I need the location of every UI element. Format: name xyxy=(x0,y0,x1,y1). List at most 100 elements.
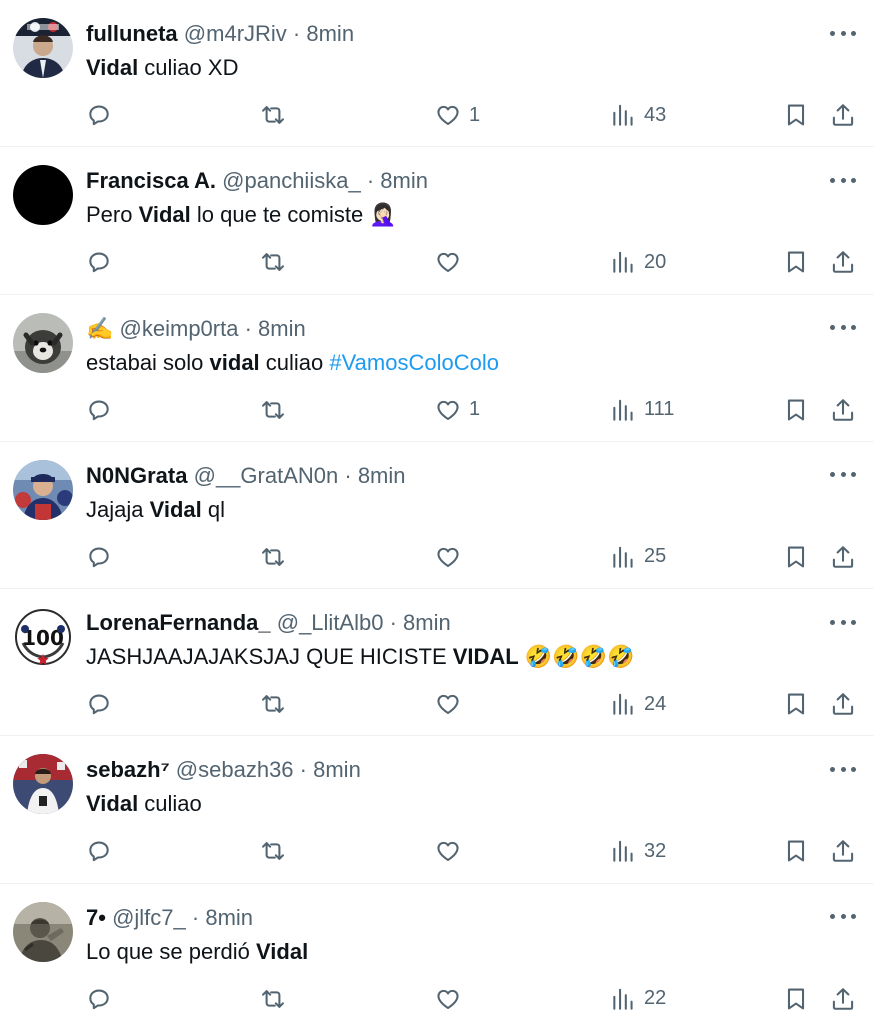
like-button[interactable] xyxy=(435,245,469,279)
reply-button[interactable] xyxy=(86,245,112,279)
tweet-1[interactable]: fulluneta @m4rJRiv · 8min Vidal culiao X… xyxy=(0,0,874,148)
timestamp[interactable]: 8min xyxy=(380,168,428,193)
avatar[interactable]: 100 xyxy=(13,607,73,668)
share-button[interactable] xyxy=(830,245,856,279)
bookmark-button[interactable] xyxy=(783,687,809,721)
tweet-header: ✍️ @keimp0rta · 8min xyxy=(86,315,306,343)
retweet-icon xyxy=(262,106,284,124)
reply-button[interactable] xyxy=(86,393,112,427)
share-button[interactable] xyxy=(830,687,856,721)
avatar[interactable] xyxy=(13,901,73,962)
text-segment: ql xyxy=(201,496,226,522)
like-button[interactable] xyxy=(435,540,469,574)
share-button[interactable] xyxy=(830,393,856,427)
display-name[interactable]: sebazh⁷ xyxy=(86,757,170,782)
retweet-button[interactable] xyxy=(260,687,286,721)
views-button[interactable]: 20 xyxy=(610,245,666,279)
timestamp[interactable]: 8min xyxy=(258,316,306,341)
user-handle[interactable]: @_LlitAlb0 xyxy=(277,610,384,635)
views-button[interactable]: 43 xyxy=(610,98,666,132)
bookmark-icon xyxy=(787,399,805,421)
user-handle[interactable]: @m4rJRiv xyxy=(184,21,287,46)
user-handle[interactable]: @jlfc7_ xyxy=(112,905,186,930)
views-button[interactable]: 24 xyxy=(610,687,666,721)
reply-button[interactable] xyxy=(86,982,112,1016)
timestamp[interactable]: 8min xyxy=(358,463,406,488)
display-name[interactable]: ✍️ xyxy=(86,316,113,341)
share-button[interactable] xyxy=(830,834,856,868)
display-name[interactable]: fulluneta xyxy=(86,21,178,46)
more-dots-icon[interactable] xyxy=(830,169,856,191)
like-button[interactable]: 1 xyxy=(435,393,480,427)
reply-button[interactable] xyxy=(86,540,112,574)
tweet-3[interactable]: ✍️ @keimp0rta · 8min estabai solo vidal … xyxy=(0,295,874,442)
reply-button[interactable] xyxy=(86,834,112,868)
user-handle[interactable]: @sebazh36 xyxy=(176,757,294,782)
retweet-button[interactable] xyxy=(260,245,286,279)
share-button[interactable] xyxy=(830,540,856,574)
views-button[interactable]: 111 xyxy=(610,393,674,427)
tweet-header: N0NGrata @__GratAN0n · 8min xyxy=(86,462,406,490)
tweet-2[interactable]: Francisca A. @panchiiska_ · 8min Pero Vi… xyxy=(0,147,874,295)
timestamp[interactable]: 8min xyxy=(205,905,253,930)
avatar[interactable] xyxy=(13,165,73,226)
retweet-icon xyxy=(262,547,284,566)
retweet-button[interactable] xyxy=(260,982,286,1016)
user-handle[interactable]: @__GratAN0n xyxy=(194,463,339,488)
more-dots-icon[interactable] xyxy=(830,464,856,486)
tweet-4[interactable]: N0NGrata @__GratAN0n · 8min Jajaja Vidal… xyxy=(0,442,874,590)
display-name[interactable]: 7• xyxy=(86,905,106,930)
display-name[interactable]: N0NGrata xyxy=(86,463,187,488)
like-button[interactable] xyxy=(435,834,469,868)
tweet-6[interactable]: sebazh⁷ @sebazh36 · 8min Vidal culiao 32 xyxy=(0,736,874,884)
share-icon xyxy=(832,546,854,568)
tweet-5[interactable]: 100 LorenaFernanda_ @_LlitAlb0 · 8min JA… xyxy=(0,589,874,737)
display-name[interactable]: LorenaFernanda_ xyxy=(86,610,271,635)
views-button[interactable]: 25 xyxy=(610,540,666,574)
view-count: 25 xyxy=(644,545,667,568)
user-handle[interactable]: @keimp0rta xyxy=(120,316,239,341)
retweet-button[interactable] xyxy=(260,393,286,427)
hashtag-link[interactable]: #VamosColoColo xyxy=(329,350,499,375)
share-button[interactable] xyxy=(830,982,856,1016)
bookmark-button[interactable] xyxy=(783,98,809,132)
like-button[interactable]: 1 xyxy=(435,98,480,132)
bookmark-button[interactable] xyxy=(783,393,809,427)
retweet-button[interactable] xyxy=(260,98,286,132)
views-button[interactable]: 22 xyxy=(610,982,666,1016)
reply-button[interactable] xyxy=(86,687,112,721)
more-dots-icon[interactable] xyxy=(830,611,856,633)
like-button[interactable] xyxy=(435,687,469,721)
reply-button[interactable] xyxy=(86,98,112,132)
share-icon xyxy=(832,988,854,1010)
user-handle[interactable]: @panchiiska_ xyxy=(222,168,361,193)
more-dots-icon[interactable] xyxy=(830,906,856,928)
tweet-7[interactable]: 7• @jlfc7_ · 8min Lo que se perdió Vidal… xyxy=(0,884,874,1024)
timestamp[interactable]: 8min xyxy=(306,21,354,46)
avatar[interactable] xyxy=(13,459,73,520)
avatar[interactable] xyxy=(13,754,73,815)
text-segment: culiao xyxy=(138,791,202,817)
avatar[interactable] xyxy=(13,18,73,78)
more-dots-icon[interactable] xyxy=(830,317,856,339)
separator-dot: · xyxy=(344,462,352,488)
like-button[interactable] xyxy=(435,982,469,1016)
action-bar: 32 xyxy=(0,834,874,868)
timestamp[interactable]: 8min xyxy=(313,757,361,782)
bookmark-button[interactable] xyxy=(783,982,809,1016)
timestamp[interactable]: 8min xyxy=(403,610,451,635)
bookmark-icon xyxy=(787,251,805,273)
bookmark-button[interactable] xyxy=(783,540,809,574)
share-button[interactable] xyxy=(830,98,856,132)
display-name[interactable]: Francisca A. xyxy=(86,168,216,193)
retweet-button[interactable] xyxy=(260,834,286,868)
separator-dot: · xyxy=(244,315,252,341)
avatar[interactable] xyxy=(13,312,73,373)
reply-icon xyxy=(89,252,109,273)
views-button[interactable]: 32 xyxy=(610,834,666,868)
bookmark-button[interactable] xyxy=(783,834,809,868)
more-dots-icon[interactable] xyxy=(830,758,856,780)
bookmark-button[interactable] xyxy=(783,245,809,279)
retweet-button[interactable] xyxy=(260,540,286,574)
more-dots-icon[interactable] xyxy=(830,22,856,44)
